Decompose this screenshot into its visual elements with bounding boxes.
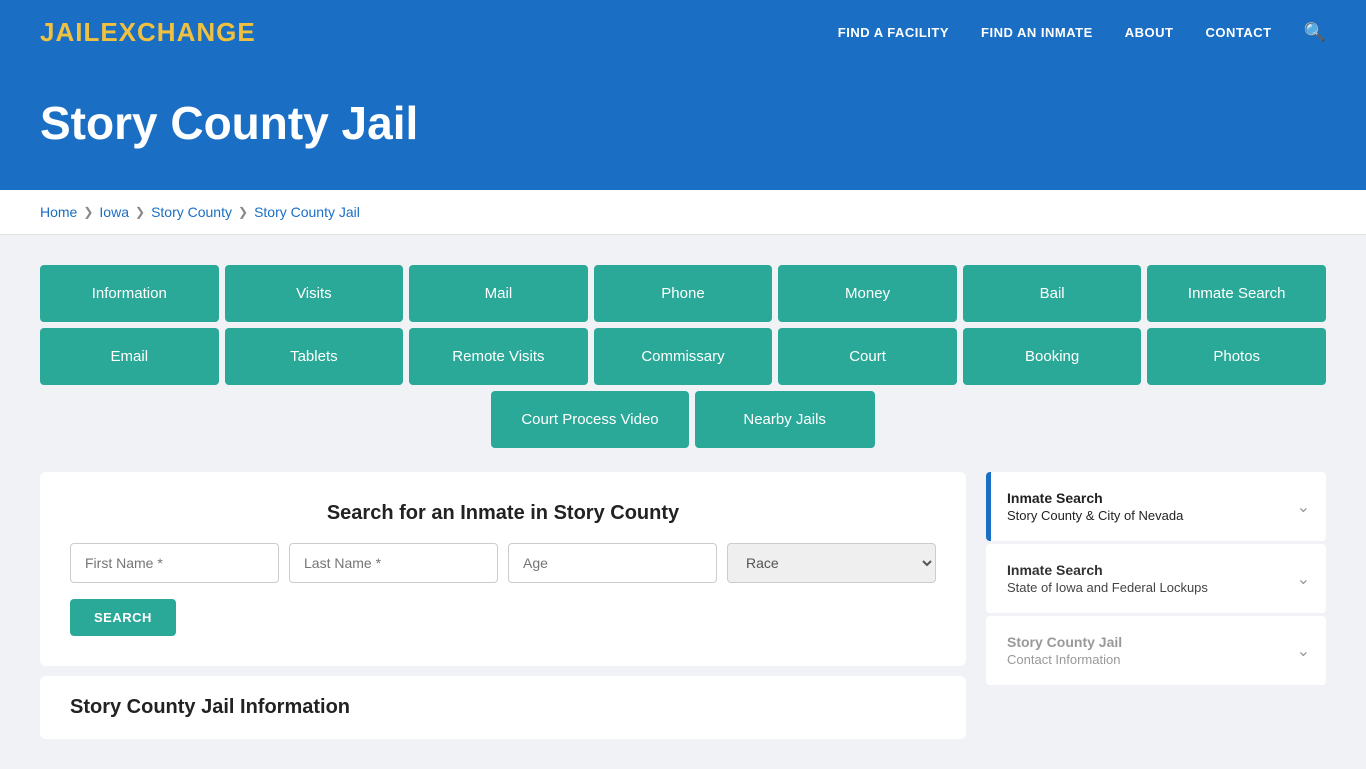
breadcrumb-sep-3: ❯ — [238, 205, 248, 219]
btn-mail[interactable]: Mail — [409, 265, 588, 322]
grid-row-1: Information Visits Mail Phone Money Bail… — [40, 265, 1326, 322]
sidebar-item-top-1: Inmate Search — [1007, 490, 1183, 506]
age-input[interactable] — [508, 543, 717, 583]
search-title: Search for an Inmate in Story County — [70, 502, 936, 525]
chevron-down-icon-2: ⌄ — [1297, 569, 1310, 589]
btn-photos[interactable]: Photos — [1147, 328, 1326, 385]
main-area: Information Visits Mail Phone Money Bail… — [0, 235, 1366, 769]
content-lower: Search for an Inmate in Story County Rac… — [40, 472, 1326, 739]
sidebar-item-contact[interactable]: Story County Jail Contact Information ⌄ — [986, 616, 1326, 685]
sidebar-item-text-3: Story County Jail Contact Information — [1007, 634, 1122, 667]
site-logo[interactable]: JAILEXCHANGE — [40, 17, 256, 48]
sidebar-item-text-2: Inmate Search State of Iowa and Federal … — [1007, 562, 1208, 595]
grid-row-2: Email Tablets Remote Visits Commissary C… — [40, 328, 1326, 385]
sidebar-item-bottom-3: Contact Information — [1007, 652, 1122, 667]
sidebar-item-text-1: Inmate Search Story County & City of Nev… — [1007, 490, 1183, 523]
left-column: Search for an Inmate in Story County Rac… — [40, 472, 966, 739]
sidebar-item-inmate-search-iowa[interactable]: Inmate Search State of Iowa and Federal … — [986, 544, 1326, 613]
sidebar-item-bottom-1: Story County & City of Nevada — [1007, 508, 1183, 523]
logo-jail: JAIL — [40, 17, 100, 47]
chevron-down-icon-1: ⌄ — [1297, 497, 1310, 517]
search-box: Search for an Inmate in Story County Rac… — [40, 472, 966, 666]
section-title: Story County Jail Information — [40, 676, 966, 739]
breadcrumb-current: Story County Jail — [254, 204, 360, 220]
btn-commissary[interactable]: Commissary — [594, 328, 773, 385]
sidebar-item-top-3: Story County Jail — [1007, 634, 1122, 650]
chevron-down-icon-3: ⌄ — [1297, 641, 1310, 661]
btn-tablets[interactable]: Tablets — [225, 328, 404, 385]
search-button[interactable]: SEARCH — [70, 599, 176, 636]
btn-remote-visits[interactable]: Remote Visits — [409, 328, 588, 385]
nav-find-inmate[interactable]: FIND AN INMATE — [981, 25, 1093, 40]
btn-information[interactable]: Information — [40, 265, 219, 322]
btn-inmate-search[interactable]: Inmate Search — [1147, 265, 1326, 322]
sidebar-item-bottom-2: State of Iowa and Federal Lockups — [1007, 580, 1208, 595]
grid-row-3: Court Process Video Nearby Jails — [40, 391, 1326, 448]
first-name-input[interactable] — [70, 543, 279, 583]
btn-email[interactable]: Email — [40, 328, 219, 385]
logo-exchange: EXCHANGE — [100, 17, 255, 47]
btn-money[interactable]: Money — [778, 265, 957, 322]
page-title: Story County Jail — [40, 96, 1326, 150]
main-nav: FIND A FACILITY FIND AN INMATE ABOUT CON… — [838, 22, 1326, 43]
nav-about[interactable]: ABOUT — [1125, 25, 1174, 40]
breadcrumb-iowa[interactable]: Iowa — [99, 204, 129, 220]
last-name-input[interactable] — [289, 543, 498, 583]
site-header: JAILEXCHANGE FIND A FACILITY FIND AN INM… — [0, 0, 1366, 64]
btn-court[interactable]: Court — [778, 328, 957, 385]
nav-find-facility[interactable]: FIND A FACILITY — [838, 25, 949, 40]
sidebar-item-inmate-search-county[interactable]: Inmate Search Story County & City of Nev… — [986, 472, 1326, 541]
breadcrumb-sep-1: ❯ — [83, 205, 93, 219]
btn-visits[interactable]: Visits — [225, 265, 404, 322]
search-icon[interactable]: 🔍 — [1304, 22, 1326, 43]
btn-court-process-video[interactable]: Court Process Video — [491, 391, 688, 448]
nav-contact[interactable]: CONTACT — [1205, 25, 1271, 40]
breadcrumb-sep-2: ❯ — [135, 205, 145, 219]
btn-phone[interactable]: Phone — [594, 265, 773, 322]
search-inputs: Race White Black Hispanic Asian Other — [70, 543, 936, 583]
section-heading: Story County Jail Information — [70, 696, 936, 719]
btn-bail[interactable]: Bail — [963, 265, 1142, 322]
breadcrumb-home[interactable]: Home — [40, 204, 77, 220]
sidebar: Inmate Search Story County & City of Nev… — [986, 472, 1326, 688]
hero-section: Story County Jail — [0, 64, 1366, 190]
btn-booking[interactable]: Booking — [963, 328, 1142, 385]
race-select[interactable]: Race White Black Hispanic Asian Other — [727, 543, 936, 583]
breadcrumb-bar: Home ❯ Iowa ❯ Story County ❯ Story Count… — [0, 190, 1366, 235]
breadcrumb: Home ❯ Iowa ❯ Story County ❯ Story Count… — [40, 204, 1326, 220]
sidebar-item-top-2: Inmate Search — [1007, 562, 1208, 578]
btn-nearby-jails[interactable]: Nearby Jails — [695, 391, 875, 448]
breadcrumb-story-county[interactable]: Story County — [151, 204, 232, 220]
